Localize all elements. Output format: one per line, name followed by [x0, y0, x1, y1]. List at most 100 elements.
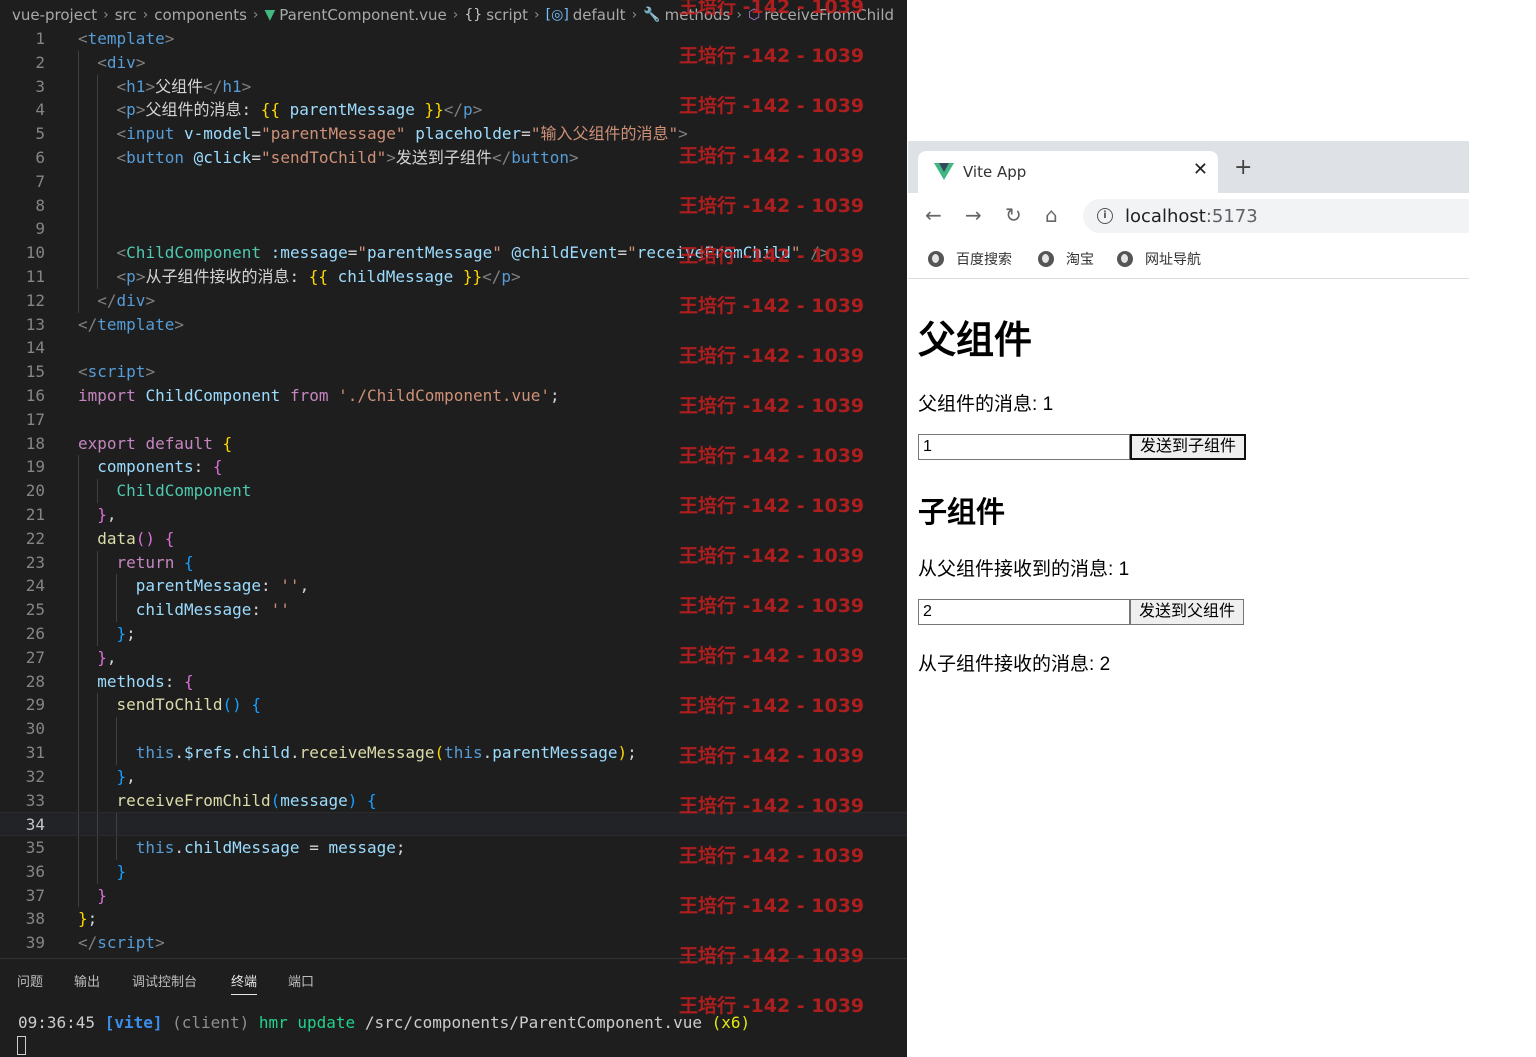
- bookmarks-bar: 百度搜索 淘宝 网址导航: [908, 239, 1469, 279]
- watermark: 王培行 -142 - 1039: [679, 845, 865, 867]
- line-number: 36: [25, 861, 45, 881]
- line-number: 22: [25, 528, 45, 548]
- line-number: 13: [25, 314, 45, 334]
- code-line[interactable]: 32 },: [0, 764, 907, 789]
- line-number: 12: [25, 290, 45, 310]
- line-number: 23: [25, 552, 45, 572]
- chevron-right-icon: ›: [142, 7, 149, 23]
- back-arrow-icon[interactable]: ←: [925, 203, 942, 227]
- line-number: 3: [35, 76, 45, 96]
- plus-icon[interactable]: +: [1234, 157, 1252, 179]
- watermark: 王培行 -142 - 1039: [679, 495, 865, 517]
- line-number: 14: [25, 338, 45, 358]
- globe-icon: [928, 251, 944, 267]
- line-number: 8: [35, 195, 45, 215]
- line-number: 32: [25, 766, 45, 786]
- line-number: 24: [25, 576, 45, 596]
- home-icon[interactable]: ⌂: [1045, 203, 1058, 227]
- symbol-variable-icon: [◎]: [545, 7, 569, 23]
- bookmark-taobao[interactable]: 淘宝: [1038, 249, 1094, 269]
- breadcrumb-item-default[interactable]: default: [573, 6, 626, 24]
- forward-arrow-icon[interactable]: →: [965, 203, 982, 227]
- line-number: 1: [35, 29, 45, 48]
- parent-message-text: 父组件的消息: 1: [918, 394, 1054, 415]
- code-line[interactable]: 28 methods: {: [0, 669, 907, 694]
- info-icon[interactable]: i: [1097, 208, 1113, 224]
- code-line[interactable]: 9: [0, 217, 907, 242]
- watermark: 王培行 -142 - 1039: [679, 0, 865, 18]
- line-number: 39: [25, 933, 45, 953]
- bookmark-baidu[interactable]: 百度搜索: [928, 249, 1012, 269]
- reload-icon[interactable]: ↻: [1005, 203, 1022, 227]
- parent-heading: 父组件: [918, 320, 1033, 362]
- child-received-text: 从父组件接收到的消息: 1: [918, 559, 1130, 580]
- watermark: 王培行 -142 - 1039: [679, 545, 865, 567]
- child-message-input[interactable]: [918, 599, 1130, 625]
- bookmark-nav[interactable]: 网址导航: [1117, 249, 1201, 269]
- tab-title: Vite App: [963, 163, 1027, 181]
- send-to-parent-button[interactable]: 发送到父组件: [1130, 599, 1245, 625]
- tab-problems[interactable]: 问题: [17, 971, 43, 990]
- line-number: 15: [25, 362, 45, 382]
- watermark: 王培行 -142 - 1039: [679, 95, 865, 117]
- parent-message-input[interactable]: [918, 434, 1130, 460]
- watermark: 王培行 -142 - 1039: [679, 745, 865, 767]
- breadcrumb-item-file[interactable]: ParentComponent.vue: [279, 6, 446, 24]
- watermark: 王培行 -142 - 1039: [679, 245, 865, 267]
- address-bar[interactable]: i localhost:5173: [1083, 199, 1469, 233]
- watermark: 王培行 -142 - 1039: [679, 645, 865, 667]
- line-number: 9: [35, 219, 45, 239]
- line-number: 34: [25, 815, 45, 835]
- line-number: 38: [25, 909, 45, 929]
- line-number: 27: [25, 647, 45, 667]
- line-number: 2: [35, 52, 45, 72]
- breadcrumb-item-script[interactable]: script: [486, 6, 528, 24]
- code-line[interactable]: 7: [0, 169, 907, 194]
- breadcrumb-item-project[interactable]: vue-project: [12, 6, 97, 24]
- code-line[interactable]: 11 <p>从子组件接收的消息: {{ childMessage }}</p>: [0, 264, 907, 289]
- child-heading: 子组件: [918, 497, 1006, 529]
- line-number: 16: [25, 385, 45, 405]
- vite-logo-icon: [934, 163, 954, 180]
- line-number: 31: [25, 742, 45, 762]
- breadcrumb-item-src[interactable]: src: [115, 6, 137, 24]
- page-content: 父组件 父组件的消息: 1 发送到子组件 子组件 从父组件接收到的消息: 1 发…: [908, 279, 1469, 1057]
- watermark: 王培行 -142 - 1039: [679, 395, 865, 417]
- line-number: 4: [35, 100, 45, 120]
- watermark: 王培行 -142 - 1039: [679, 45, 865, 67]
- tab-strip: Vite App ✕ +: [908, 141, 1469, 193]
- code-line[interactable]: 30: [0, 717, 907, 741]
- globe-icon: [1038, 251, 1054, 267]
- chevron-right-icon: ›: [103, 7, 109, 23]
- line-number: 5: [35, 124, 45, 144]
- line-number: 35: [25, 838, 45, 858]
- close-icon[interactable]: ✕: [1193, 159, 1208, 180]
- watermark: 王培行 -142 - 1039: [679, 795, 865, 817]
- watermark: 王培行 -142 - 1039: [679, 895, 865, 917]
- line-number: 37: [25, 885, 45, 905]
- watermark: 王培行 -142 - 1039: [679, 445, 865, 467]
- line-number: 21: [25, 504, 45, 524]
- line-number: 33: [25, 790, 45, 810]
- chevron-right-icon: ›: [252, 7, 259, 23]
- line-number: 25: [25, 600, 45, 620]
- watermark: 王培行 -142 - 1039: [679, 995, 865, 1017]
- browser-tab[interactable]: Vite App ✕: [918, 151, 1218, 193]
- terminal-cursor: [17, 1036, 26, 1055]
- tab-terminal[interactable]: 终端: [231, 971, 258, 995]
- line-number: 20: [25, 481, 45, 501]
- tab-debug-console[interactable]: 调试控制台: [132, 971, 197, 990]
- url-text: localhost:5173: [1125, 206, 1258, 227]
- line-number: 10: [25, 243, 45, 263]
- line-number: 11: [25, 266, 45, 286]
- watermark: 王培行 -142 - 1039: [679, 345, 865, 367]
- from-child-text: 从子组件接收的消息: 2: [918, 654, 1111, 675]
- braces-icon: {}: [464, 7, 483, 23]
- breadcrumb-item-components[interactable]: components: [154, 6, 247, 24]
- line-number: 28: [25, 671, 45, 691]
- tab-ports[interactable]: 端口: [288, 971, 314, 990]
- watermark: 王培行 -142 - 1039: [679, 295, 865, 317]
- send-to-child-button[interactable]: 发送到子组件: [1130, 434, 1247, 460]
- tab-output[interactable]: 输出: [74, 971, 100, 990]
- watermark: 王培行 -142 - 1039: [679, 695, 865, 717]
